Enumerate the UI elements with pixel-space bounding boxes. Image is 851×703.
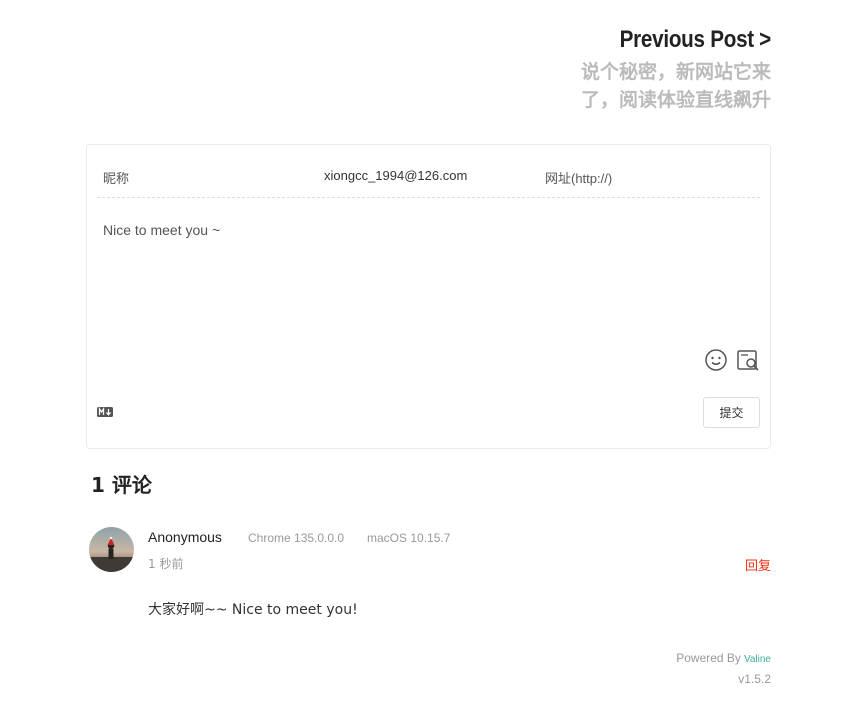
version-label: v1.5.2 — [738, 672, 771, 686]
previous-post-label: Previous Post — [619, 26, 755, 53]
comment-content: 大家好啊~~ Nice to meet you! — [148, 602, 358, 618]
reply-button[interactable]: 回复 — [745, 555, 771, 574]
avatar — [89, 527, 134, 572]
website-field[interactable]: 网址(http://) — [539, 145, 760, 197]
powered-by: Powered By Valine — [676, 651, 771, 665]
editor-tools — [704, 348, 760, 372]
chevron-right-icon: > — [759, 26, 771, 53]
submit-button[interactable]: 提交 — [703, 397, 760, 428]
markdown-icon[interactable] — [97, 404, 113, 422]
comment-time: 1 秒前 — [148, 557, 184, 571]
emoji-icon[interactable] — [704, 348, 728, 372]
previous-post-title[interactable]: 说个秘密，新网站它来了，阅读体验直线飙升 — [575, 58, 771, 114]
previous-post[interactable]: Previous Post > 说个秘密，新网站它来了，阅读体验直线飙升 — [575, 26, 771, 114]
valine-link[interactable]: Valine — [744, 654, 771, 665]
powered-by-text: Powered By — [676, 651, 741, 665]
comment-form-header: 昵称 xiongcc_1994@126.com 网址(http://) — [97, 145, 760, 198]
previous-post-link[interactable]: Previous Post > — [619, 26, 772, 54]
comment-count: 1 评论 — [91, 473, 152, 497]
email-field[interactable]: xiongcc_1994@126.com — [318, 145, 539, 197]
comment-os: macOS 10.15.7 — [367, 531, 451, 545]
preview-icon[interactable] — [736, 348, 760, 372]
comment-textarea[interactable]: Nice to meet you ~ — [103, 222, 220, 238]
comment-browser: Chrome 135.0.0.0 — [248, 531, 345, 545]
nickname-field[interactable]: 昵称 — [97, 145, 318, 197]
comment-nickname: Anonymous — [148, 529, 222, 545]
comment-form: 昵称 xiongcc_1994@126.com 网址(http://) Nice… — [86, 144, 771, 449]
